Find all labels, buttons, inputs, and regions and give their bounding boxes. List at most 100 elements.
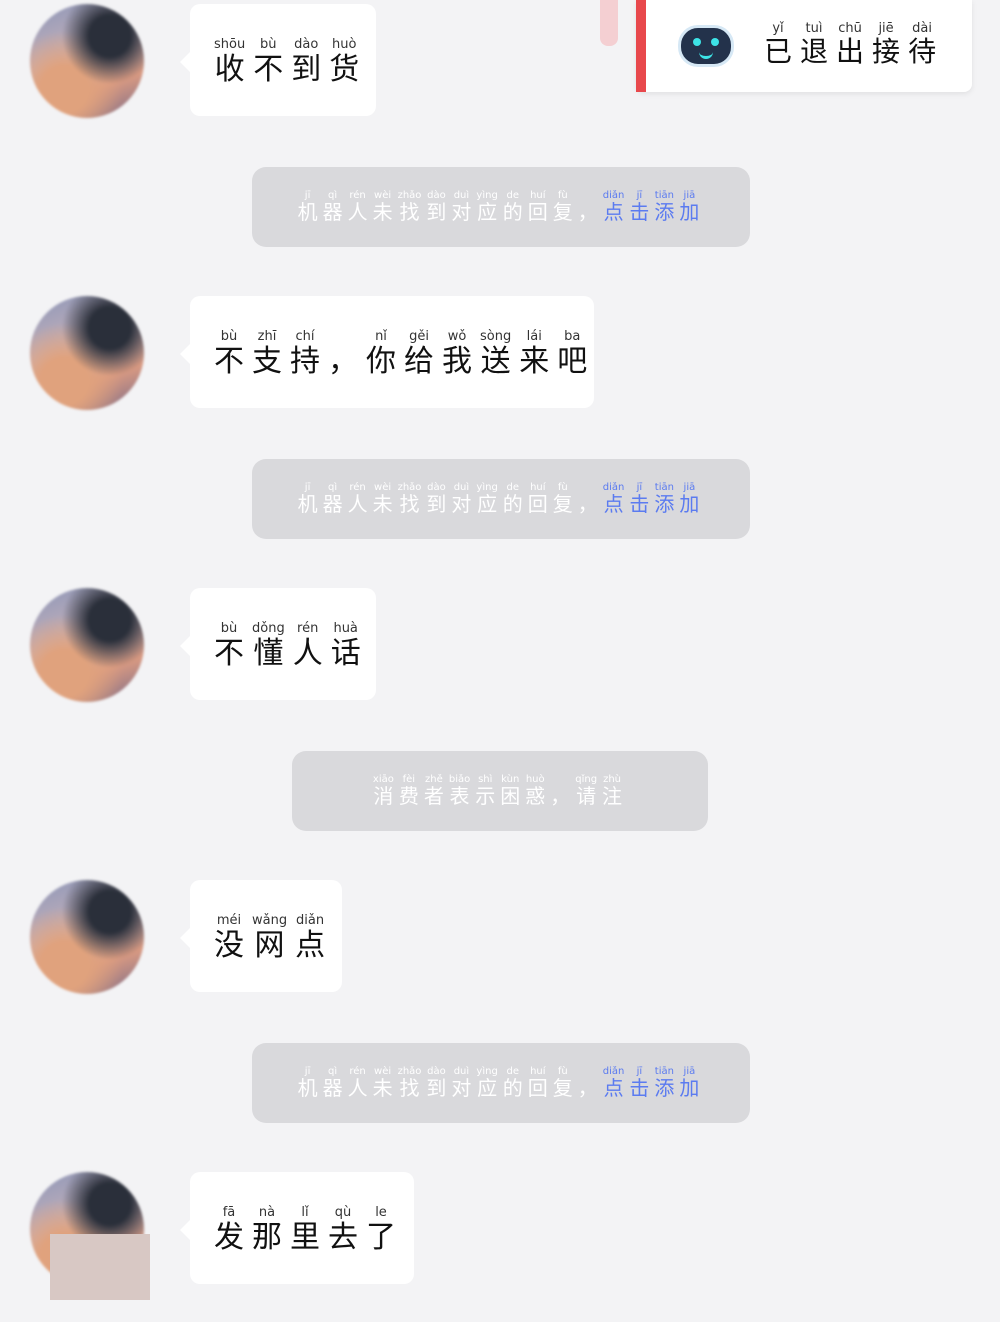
hanzi-char: 找zhǎo <box>397 481 422 516</box>
hanzi-char: 添tiān <box>654 1065 675 1100</box>
message-text: 不bù 支zhī 持chí ， 你nǐ 给gěi 我wǒ 送sòng来lái吧ba <box>214 329 587 380</box>
hanzi-char: 找zhǎo <box>397 189 422 224</box>
notice-text: 机jī器qì人rén未wèi找zhǎo到dào对duì应yìng的de回huí复… <box>298 1066 705 1101</box>
hanzi-char: 复fù <box>552 189 573 224</box>
hanzi-char: 击jī <box>629 1065 650 1100</box>
message-text: 没méi 网wǎng点diǎn <box>214 913 325 964</box>
user-message: 没méi 网wǎng点diǎn <box>180 880 342 992</box>
hanzi-char: 送sòng <box>480 329 512 379</box>
hanzi-char: 费fèi <box>398 773 419 808</box>
hanzi-char: 来lái <box>519 329 550 379</box>
hanzi-char: 的de <box>502 189 523 224</box>
hanzi-char: 表biǎo <box>448 773 471 808</box>
hanzi-char: ， <box>550 783 571 808</box>
hanzi-char: 器qì <box>322 481 343 516</box>
avatar[interactable] <box>30 588 144 702</box>
hanzi-char: 话huà <box>330 621 361 671</box>
system-notice: 机jī器qì人rén未wèi找zhǎo到dào对duì应yìng的de回huí复… <box>252 1043 750 1123</box>
hanzi-char: 人rén <box>347 481 368 516</box>
hanzi-char: 到dào <box>291 37 322 87</box>
hanzi-char: 不bù <box>214 621 244 671</box>
hanzi-char: 接jiē <box>872 21 901 68</box>
hanzi-char: 对duì <box>451 481 472 516</box>
hanzi-char: 支zhī <box>252 329 282 379</box>
hanzi-char: 注zhù <box>602 773 623 808</box>
hanzi-char: ， <box>577 491 598 516</box>
hanzi-char: 加jiā <box>679 189 700 224</box>
hanzi-char: 应yìng <box>476 189 498 224</box>
hanzi-char: 待dài <box>908 21 937 68</box>
hanzi-char: 给gěi <box>404 329 434 379</box>
hanzi-char: 找zhǎo <box>397 1065 422 1100</box>
hanzi-char: 机jī <box>297 189 318 224</box>
hanzi-char: 不bù <box>253 37 284 87</box>
hanzi-char: 请qǐng <box>575 773 598 808</box>
hanzi-char: 回huí <box>527 1065 548 1100</box>
hanzi-char: 未wèi <box>372 481 393 516</box>
status-accent-bar <box>636 0 646 92</box>
add-reply-link[interactable]: 点diǎn击jī添tiān加jiā <box>602 189 705 224</box>
hanzi-char: ， <box>577 199 598 224</box>
hanzi-char: 人rén <box>347 189 368 224</box>
hanzi-char: 击jī <box>629 189 650 224</box>
hanzi-char: 未wèi <box>372 1065 393 1100</box>
hanzi-char: 持chí <box>290 329 320 379</box>
avatar[interactable] <box>30 880 144 994</box>
user-message: 收shōu不bù到dào货huò <box>180 4 376 116</box>
hanzi-char: 到dào <box>426 189 447 224</box>
hanzi-char: 惑huò <box>525 773 546 808</box>
hanzi-char: 未wèi <box>372 189 393 224</box>
hanzi-char: 添tiān <box>654 189 675 224</box>
avatar[interactable] <box>30 4 144 118</box>
hanzi-char: 你nǐ <box>366 329 396 379</box>
user-message: 不bù 支zhī 持chí ， 你nǐ 给gěi 我wǒ 送sòng来lái吧ba <box>180 296 594 408</box>
notice-text: 消xiāo费fèi者zhě表biǎo示shì困kùn惑huò， 请qǐng注zhù <box>373 774 627 809</box>
hanzi-char: 退tuì <box>800 21 829 68</box>
hanzi-char: 收shōu <box>214 37 246 87</box>
hanzi-char: 到dào <box>426 481 447 516</box>
hanzi-char: 的de <box>502 481 523 516</box>
hanzi-char: 示shì <box>475 773 496 808</box>
hanzi-char: 复fù <box>552 1065 573 1100</box>
decorative-strip <box>600 0 618 46</box>
avatar[interactable] <box>30 296 144 410</box>
hanzi-char: 应yìng <box>476 1065 498 1100</box>
hanzi-char: 者zhě <box>423 773 444 808</box>
hanzi-char: 困kùn <box>500 773 521 808</box>
hanzi-char: 点diǎn <box>602 1065 625 1100</box>
hanzi-char: 吧ba <box>557 329 588 379</box>
hanzi-char: 击jī <box>629 481 650 516</box>
hanzi-char: 去qù <box>328 1205 358 1255</box>
hanzi-char: 回huí <box>527 189 548 224</box>
system-notice: 机jī器qì人rén未wèi找zhǎo到dào对duì应yìng的de回huí复… <box>252 459 750 539</box>
hanzi-char: 点diǎn <box>602 189 625 224</box>
status-card: 已yǐ退tuì出chū接jiē待dài <box>636 0 972 92</box>
hanzi-char: 加jiā <box>679 481 700 516</box>
hanzi-char: 到dào <box>426 1065 447 1100</box>
add-reply-link[interactable]: 点diǎn击jī添tiān加jiā <box>602 481 705 516</box>
add-reply-link[interactable]: 点diǎn击jī添tiān加jiā <box>602 1065 705 1100</box>
hanzi-char: 回huí <box>527 481 548 516</box>
hanzi-char: 不bù <box>214 329 244 379</box>
hanzi-char: 人rén <box>347 1065 368 1100</box>
hanzi-char: 加jiā <box>679 1065 700 1100</box>
system-notice: 机jī器qì人rén未wèi找zhǎo到dào对duì应yìng的de回huí复… <box>252 167 750 247</box>
image-thumbnail[interactable] <box>50 1234 150 1300</box>
hanzi-char: 懂dǒng <box>252 621 285 671</box>
hanzi-char: 已yǐ <box>764 21 793 68</box>
hanzi-char: 网wǎng <box>252 913 288 963</box>
hanzi-char: 那nà <box>252 1205 282 1255</box>
message-text: 发fā 那nà 里lǐ 去qù 了le <box>214 1205 396 1256</box>
hanzi-char: 器qì <box>322 1065 343 1100</box>
hanzi-char: 点diǎn <box>602 481 625 516</box>
hanzi-char: 货huò <box>329 37 360 87</box>
system-notice: 消xiāo费fèi者zhě表biǎo示shì困kùn惑huò， 请qǐng注zhù <box>292 751 708 831</box>
hanzi-char: 对duì <box>451 1065 472 1100</box>
hanzi-char: 机jī <box>297 1065 318 1100</box>
hanzi-char: 发fā <box>214 1205 244 1255</box>
notice-text: 机jī器qì人rén未wèi找zhǎo到dào对duì应yìng的de回huí复… <box>298 482 705 517</box>
hanzi-char: 点diǎn <box>295 913 326 963</box>
hanzi-char: 添tiān <box>654 481 675 516</box>
message-text: 收shōu不bù到dào货huò <box>214 37 359 88</box>
hanzi-char: 器qì <box>322 189 343 224</box>
